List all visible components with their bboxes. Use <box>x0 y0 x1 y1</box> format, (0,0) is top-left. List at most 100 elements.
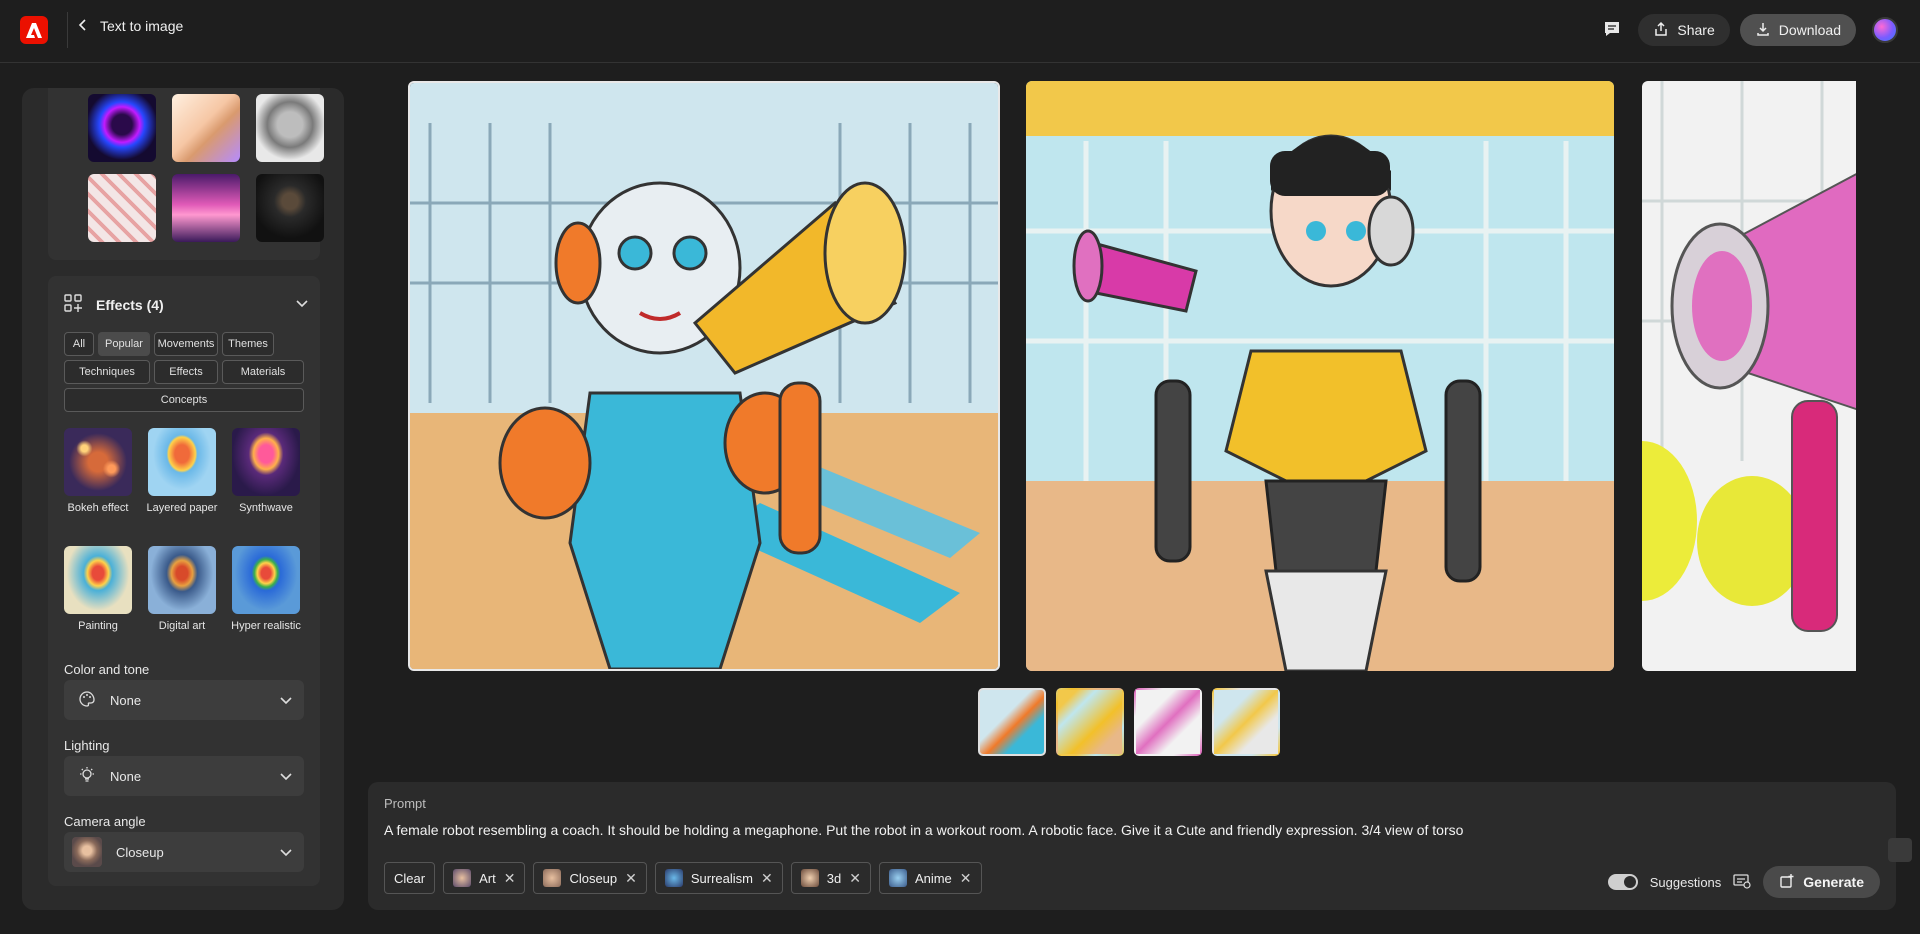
camera-angle-value: Closeup <box>116 844 164 860</box>
effect-painting[interactable]: Painting <box>64 546 132 632</box>
result-thumb-3[interactable] <box>1134 688 1202 756</box>
close-icon[interactable]: ✕ <box>625 870 637 887</box>
chip-concepts[interactable]: Concepts <box>64 388 304 412</box>
download-button[interactable]: Download <box>1739 14 1856 46</box>
generate-label: Generate <box>1803 874 1864 890</box>
style-thumb-neon[interactable] <box>88 94 156 162</box>
comment-icon <box>1603 20 1621 41</box>
effects-section: Effects (4) All Popular Movements Themes… <box>48 276 320 886</box>
chip-materials[interactable]: Materials <box>222 360 304 384</box>
suggestions-settings-icon[interactable] <box>1733 873 1751 892</box>
chip-popular[interactable]: Popular <box>98 332 150 356</box>
effect-bokeh[interactable]: Bokeh effect <box>64 428 132 514</box>
effect-hyper-realistic[interactable]: Hyper realistic <box>231 546 301 632</box>
synthwave-image <box>232 428 300 496</box>
effect-layered-paper[interactable]: Layered paper <box>147 428 217 514</box>
tag-closeup[interactable]: Closeup ✕ <box>533 862 647 894</box>
tag-label: 3d <box>826 870 842 886</box>
avatar[interactable] <box>1872 17 1898 43</box>
comment-button[interactable] <box>1596 14 1628 46</box>
camera-angle-label: Camera angle <box>64 814 146 829</box>
prompt-label: Prompt <box>384 796 426 811</box>
layered-paper-image <box>148 428 216 496</box>
style-thumbnails <box>48 88 324 260</box>
download-icon <box>1755 21 1771 40</box>
chevron-down-icon <box>280 693 292 708</box>
chevron-down-icon <box>280 845 292 860</box>
tag-art[interactable]: Art ✕ <box>443 862 526 894</box>
color-tone-label: Color and tone <box>64 662 150 677</box>
app-header: Text to image Share Download <box>0 0 1920 63</box>
style-thumb-portrait[interactable] <box>256 174 324 242</box>
chevron-left-icon <box>78 18 88 34</box>
share-button[interactable]: Share <box>1638 14 1730 46</box>
generate-icon <box>1779 873 1795 892</box>
suggestions-label: Suggestions <box>1649 874 1722 890</box>
tag-thumbnail <box>453 869 472 887</box>
close-icon[interactable]: ✕ <box>960 870 972 887</box>
result-thumb-4[interactable] <box>1212 688 1280 756</box>
back-button[interactable]: Text to image <box>78 18 183 34</box>
tag-thumbnail <box>800 869 819 887</box>
effect-label: Painting <box>78 620 118 632</box>
close-icon[interactable]: ✕ <box>504 870 516 887</box>
chip-themes[interactable]: Themes <box>222 332 274 356</box>
page-title: Text to image <box>100 18 184 34</box>
chip-techniques[interactable]: Techniques <box>64 360 150 384</box>
tag-surrealism[interactable]: Surrealism ✕ <box>654 862 783 894</box>
generated-image-2[interactable] <box>1026 81 1614 671</box>
suggestions-toggle[interactable] <box>1607 874 1638 890</box>
style-thumb-pattern[interactable] <box>88 174 156 242</box>
effects-title: Effects (4) <box>96 296 164 313</box>
chevron-down-icon[interactable] <box>296 296 308 311</box>
prompt-input[interactable]: A female robot resembling a coach. It sh… <box>384 822 1463 838</box>
lighting-dropdown[interactable]: None <box>64 756 304 796</box>
share-label: Share <box>1677 22 1715 38</box>
effect-label: Synthwave <box>239 502 293 514</box>
results-thumbnail-bar <box>978 688 1280 756</box>
style-thumb-thumbsup[interactable] <box>172 94 240 162</box>
tag-thumbnail <box>664 869 683 887</box>
generate-button[interactable]: Generate <box>1763 866 1880 898</box>
lightbulb-icon <box>78 766 96 787</box>
effect-digital-art[interactable]: Digital art <box>148 546 216 632</box>
generated-image-1[interactable] <box>408 81 1000 671</box>
tag-anime[interactable]: Anime ✕ <box>878 862 982 894</box>
palette-icon <box>78 690 96 711</box>
effects-header[interactable]: Effects (4) <box>64 294 164 315</box>
lighting-label: Lighting <box>64 738 110 753</box>
hyper-realistic-image <box>232 546 300 614</box>
generated-image-3[interactable] <box>1642 81 1856 671</box>
chevron-down-icon <box>280 769 292 784</box>
clear-button[interactable]: Clear <box>384 862 436 894</box>
painting-image <box>64 546 132 614</box>
adobe-logo-icon[interactable] <box>20 16 48 44</box>
chip-movements[interactable]: Movements <box>154 332 218 356</box>
lighting-value: None <box>110 768 142 784</box>
tag-thumbnail <box>888 869 907 887</box>
color-tone-value: None <box>110 692 142 708</box>
tag-3d[interactable]: 3d ✕ <box>790 862 871 894</box>
chip-all[interactable]: All <box>64 332 94 356</box>
effects-icon <box>64 294 82 315</box>
collapse-panel-button[interactable] <box>1888 838 1912 862</box>
header-divider <box>67 12 68 48</box>
style-thumb-clouds[interactable] <box>172 174 240 242</box>
color-tone-dropdown[interactable]: None <box>64 680 304 720</box>
close-icon[interactable]: ✕ <box>761 870 773 887</box>
digital-art-image <box>148 546 216 614</box>
bokeh-effect-image <box>64 428 132 496</box>
style-thumb-sculpture[interactable] <box>256 94 324 162</box>
effect-label: Layered paper <box>146 502 218 514</box>
chip-effects[interactable]: Effects <box>154 360 218 384</box>
effect-synthwave[interactable]: Synthwave <box>232 428 300 514</box>
camera-angle-dropdown[interactable]: Closeup <box>64 832 304 872</box>
effect-label: Bokeh effect <box>67 502 129 514</box>
result-thumb-2[interactable] <box>1056 688 1124 756</box>
prompt-tags: Clear Art ✕ Closeup ✕ Surrealism ✕ 3d ✕ … <box>384 862 982 894</box>
tag-label: Surrealism <box>690 870 753 886</box>
result-thumb-1[interactable] <box>978 688 1046 756</box>
settings-panel: Effects (4) All Popular Movements Themes… <box>22 88 344 910</box>
close-icon[interactable]: ✕ <box>849 870 861 887</box>
clear-label: Clear <box>394 870 426 886</box>
